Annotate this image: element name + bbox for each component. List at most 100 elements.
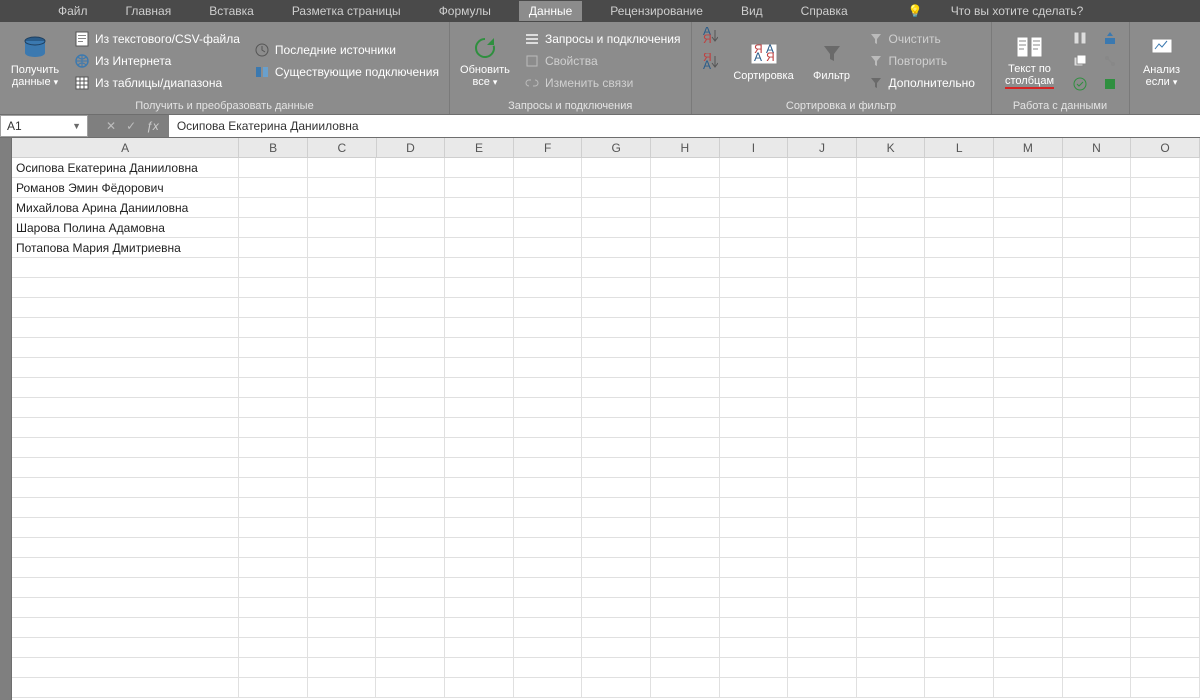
col-header-O[interactable]: O	[1131, 138, 1200, 157]
cell-L27[interactable]	[925, 678, 994, 698]
cell-J23[interactable]	[788, 598, 857, 618]
cell-J4[interactable]	[788, 218, 857, 238]
cell-G9[interactable]	[582, 318, 651, 338]
cell-D16[interactable]	[376, 458, 445, 478]
tab-review[interactable]: Рецензирование	[600, 1, 713, 21]
cell-H5[interactable]	[651, 238, 720, 258]
cell-H3[interactable]	[651, 198, 720, 218]
cell-H10[interactable]	[651, 338, 720, 358]
cell-O22[interactable]	[1131, 578, 1200, 598]
col-header-G[interactable]: G	[582, 138, 651, 157]
cell-N25[interactable]	[1063, 638, 1132, 658]
tab-view[interactable]: Вид	[731, 1, 773, 21]
cell-L4[interactable]	[925, 218, 994, 238]
cell-K3[interactable]	[857, 198, 926, 218]
cell-H1[interactable]	[651, 158, 720, 178]
cell-L26[interactable]	[925, 658, 994, 678]
cell-K15[interactable]	[857, 438, 926, 458]
cell-L14[interactable]	[925, 418, 994, 438]
col-header-I[interactable]: I	[720, 138, 789, 157]
cell-E8[interactable]	[445, 298, 514, 318]
cell-F25[interactable]	[514, 638, 583, 658]
cancel-icon[interactable]: ✕	[106, 119, 116, 133]
cell-J13[interactable]	[788, 398, 857, 418]
properties-button[interactable]: Свойства	[520, 51, 685, 71]
cell-E13[interactable]	[445, 398, 514, 418]
cell-J20[interactable]	[788, 538, 857, 558]
cell-H4[interactable]	[651, 218, 720, 238]
cell-B9[interactable]	[239, 318, 308, 338]
cell-N7[interactable]	[1063, 278, 1132, 298]
cell-L8[interactable]	[925, 298, 994, 318]
cell-J5[interactable]	[788, 238, 857, 258]
cell-L6[interactable]	[925, 258, 994, 278]
cell-N11[interactable]	[1063, 358, 1132, 378]
cell-D8[interactable]	[376, 298, 445, 318]
cell-C18[interactable]	[308, 498, 377, 518]
cell-M24[interactable]	[994, 618, 1063, 638]
cell-K27[interactable]	[857, 678, 926, 698]
cell-J25[interactable]	[788, 638, 857, 658]
cell-C23[interactable]	[308, 598, 377, 618]
cell-H16[interactable]	[651, 458, 720, 478]
cell-M10[interactable]	[994, 338, 1063, 358]
cell-A19[interactable]	[12, 518, 239, 538]
cell-L19[interactable]	[925, 518, 994, 538]
cell-J16[interactable]	[788, 458, 857, 478]
cell-H21[interactable]	[651, 558, 720, 578]
cell-J9[interactable]	[788, 318, 857, 338]
cell-M26[interactable]	[994, 658, 1063, 678]
cell-E16[interactable]	[445, 458, 514, 478]
cell-L16[interactable]	[925, 458, 994, 478]
cell-J21[interactable]	[788, 558, 857, 578]
cell-H23[interactable]	[651, 598, 720, 618]
col-header-K[interactable]: K	[857, 138, 926, 157]
col-header-A[interactable]: A	[12, 138, 239, 157]
cell-M17[interactable]	[994, 478, 1063, 498]
cell-A17[interactable]	[12, 478, 239, 498]
cell-H6[interactable]	[651, 258, 720, 278]
cell-K17[interactable]	[857, 478, 926, 498]
tab-formulas[interactable]: Формулы	[429, 1, 501, 21]
col-header-M[interactable]: M	[994, 138, 1063, 157]
cell-D24[interactable]	[376, 618, 445, 638]
cell-N26[interactable]	[1063, 658, 1132, 678]
cell-C25[interactable]	[308, 638, 377, 658]
cell-N6[interactable]	[1063, 258, 1132, 278]
cell-E24[interactable]	[445, 618, 514, 638]
cell-K23[interactable]	[857, 598, 926, 618]
cell-A11[interactable]	[12, 358, 239, 378]
cell-F24[interactable]	[514, 618, 583, 638]
cell-M2[interactable]	[994, 178, 1063, 198]
cell-N23[interactable]	[1063, 598, 1132, 618]
cell-A27[interactable]	[12, 678, 239, 698]
cell-M3[interactable]	[994, 198, 1063, 218]
cell-A21[interactable]	[12, 558, 239, 578]
data-validation-button[interactable]	[1068, 74, 1092, 94]
cell-K12[interactable]	[857, 378, 926, 398]
cell-O9[interactable]	[1131, 318, 1200, 338]
cell-H14[interactable]	[651, 418, 720, 438]
cell-A13[interactable]	[12, 398, 239, 418]
fx-icon[interactable]: ƒx	[146, 119, 159, 133]
cell-J6[interactable]	[788, 258, 857, 278]
cell-H11[interactable]	[651, 358, 720, 378]
formula-input[interactable]: Осипова Екатерина Данииловна	[169, 115, 1200, 137]
cell-A18[interactable]	[12, 498, 239, 518]
tab-home[interactable]: Главная	[116, 1, 182, 21]
cell-I8[interactable]	[720, 298, 789, 318]
cell-O20[interactable]	[1131, 538, 1200, 558]
cell-I12[interactable]	[720, 378, 789, 398]
cell-C27[interactable]	[308, 678, 377, 698]
cell-F17[interactable]	[514, 478, 583, 498]
cell-M13[interactable]	[994, 398, 1063, 418]
cell-I14[interactable]	[720, 418, 789, 438]
cell-M14[interactable]	[994, 418, 1063, 438]
cell-K21[interactable]	[857, 558, 926, 578]
cell-B10[interactable]	[239, 338, 308, 358]
cell-N13[interactable]	[1063, 398, 1132, 418]
cell-O4[interactable]	[1131, 218, 1200, 238]
cell-C14[interactable]	[308, 418, 377, 438]
refresh-all-button[interactable]: Обновить все	[456, 26, 514, 96]
cell-N4[interactable]	[1063, 218, 1132, 238]
